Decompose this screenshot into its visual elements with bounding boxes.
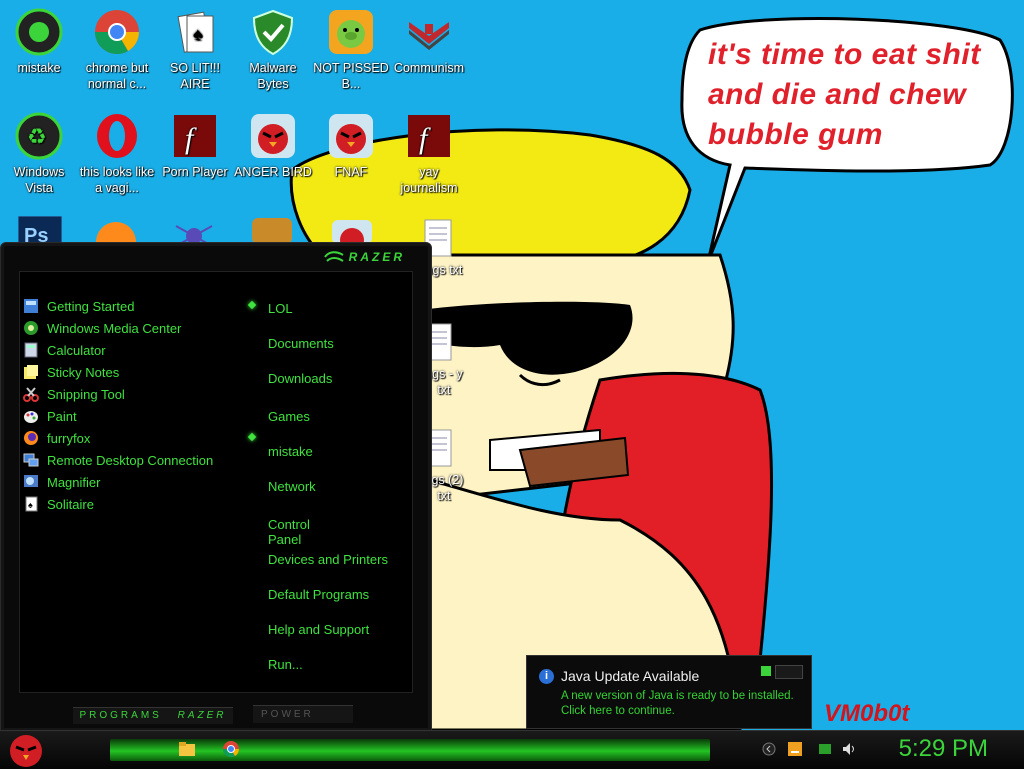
program-getting-started[interactable]: Getting Started (23, 295, 257, 317)
options-icon[interactable] (761, 666, 771, 676)
spider-solitaire-icon[interactable] (172, 216, 216, 244)
firefox-icon (24, 431, 38, 445)
shield-icon (252, 9, 294, 56)
close-button[interactable] (775, 665, 803, 679)
paint-icon (24, 411, 38, 423)
programs-list: Getting Started Windows Media Center Cal… (23, 295, 257, 515)
place-run[interactable]: Run... (268, 657, 303, 672)
svg-text:♠: ♠ (193, 24, 203, 44)
place-control-panel[interactable]: Control Panel (268, 517, 310, 547)
file-explorer-icon[interactable] (178, 740, 196, 758)
magnifier-icon (24, 475, 38, 487)
volume-icon[interactable] (842, 742, 856, 756)
razer-logo: RAZER (323, 249, 405, 265)
character-icon[interactable] (250, 216, 294, 244)
razer-snake-icon (323, 251, 344, 262)
wallpaper-signature: VM0b0t (824, 700, 910, 727)
java-update-notification[interactable]: i Java Update Available A new version of… (526, 655, 812, 729)
program-furryfox[interactable]: furryfox (23, 427, 257, 449)
speech-line: bubble gum (708, 118, 883, 151)
opera-icon (97, 114, 137, 158)
desktop-icon-fnaf[interactable]: FNAF (312, 112, 390, 180)
chrome-icon (95, 10, 139, 54)
program-paint[interactable]: Paint (23, 405, 243, 427)
taskbar-clock[interactable]: 5:29 PM (899, 735, 988, 763)
firefox-icon[interactable] (94, 216, 138, 244)
start-button[interactable] (8, 731, 44, 767)
angry-bird-icon (329, 114, 373, 158)
all-programs-button[interactable]: PROGRAMS RAZER (73, 707, 233, 724)
recycle-icon: ♻ (15, 112, 63, 160)
scissors-icon (23, 387, 39, 402)
desktop-icon-not-pissed[interactable]: NOT PISSED B... (312, 8, 390, 92)
desktop-icon-anger-bird[interactable]: ANGER BIRD (234, 112, 312, 180)
emblem-icon (409, 22, 449, 50)
place-games[interactable]: Games (268, 409, 310, 424)
speech-text: it's time to eat shit and die and chew b… (708, 35, 998, 155)
svg-text:♠: ♠ (28, 500, 33, 510)
program-sticky-notes[interactable]: Sticky Notes (23, 361, 243, 383)
program-solitaire[interactable]: ♠ Solitaire (23, 493, 243, 515)
desktop-icon-opera[interactable]: this looks like a vagi... (78, 112, 156, 196)
desktop-icon-communism[interactable]: Communism (390, 8, 468, 76)
notification-body[interactable]: A new version of Java is ready to be ins… (561, 689, 805, 719)
desktop-icon-mistake[interactable]: mistake (0, 8, 78, 76)
program-remote-desktop-connection[interactable]: Remote Desktop Connection (23, 449, 243, 471)
taskbar-glow (110, 739, 710, 761)
desktop-icon-chrome[interactable]: chrome but normal c... (78, 8, 156, 92)
taskbar: 5:29 PM (0, 730, 1024, 769)
place-devices-and-printers[interactable]: Devices and Printers (268, 552, 388, 567)
angry-bird-icon (251, 114, 295, 158)
chrome-icon[interactable] (222, 740, 240, 758)
place-downloads[interactable]: Downloads (268, 371, 332, 386)
place-mistake[interactable]: mistake (268, 444, 313, 459)
power-button[interactable]: POWER (253, 705, 353, 723)
desktop-icon-porn-player[interactable]: f Porn Player (156, 112, 234, 180)
speech-line: it's time to eat shit (708, 38, 981, 71)
getting-started-icon (24, 299, 38, 313)
speech-line: and die and chew (708, 78, 967, 111)
show-hidden-icons-icon[interactable] (762, 742, 776, 756)
desktop-icon-malware-bytes[interactable]: Malware Bytes (234, 8, 312, 92)
razer-green-icon (15, 8, 63, 56)
desktop-icon-solitaire[interactable]: ♠ SO LIT!!! AIRE (156, 8, 234, 92)
media-center-icon (24, 321, 38, 335)
solitaire-icon: ♠ (25, 496, 38, 512)
program-snipping-tool[interactable]: Snipping Tool (23, 383, 243, 405)
place-default-programs[interactable]: Default Programs (268, 587, 369, 602)
program-windows-media-center[interactable]: Windows Media Center (23, 317, 243, 339)
svg-text:♻: ♻ (27, 124, 47, 149)
remote-desktop-icon (23, 453, 39, 467)
sticky-notes-icon (24, 365, 38, 379)
angry-bird-icon[interactable] (330, 218, 374, 244)
java-tray-icon[interactable] (788, 742, 802, 756)
info-icon: i (539, 669, 554, 684)
calculator-icon (24, 342, 38, 358)
place-network[interactable]: Network (268, 479, 316, 494)
action-center-icon[interactable] (818, 742, 832, 756)
desktop-icon-windows-vista[interactable]: ♻ Windows Vista (0, 112, 78, 196)
place-help-and-support[interactable]: Help and Support (268, 622, 369, 637)
solitaire-icon: ♠ (177, 11, 214, 53)
place-lol[interactable]: LOL (268, 301, 293, 316)
desktop-icon-yay-journalism[interactable]: f yay journalism (390, 112, 468, 196)
place-documents[interactable]: Documents (268, 336, 334, 351)
flash-icon: f (174, 115, 216, 157)
notification-title: Java Update Available (561, 668, 700, 684)
flash-icon: f (408, 115, 450, 157)
program-calculator[interactable]: Calculator (23, 339, 243, 361)
start-menu: RAZER Getting Started Windows Media Cent… (0, 242, 432, 732)
program-magnifier[interactable]: Magnifier (23, 471, 243, 493)
bad-piggies-icon (329, 10, 373, 54)
